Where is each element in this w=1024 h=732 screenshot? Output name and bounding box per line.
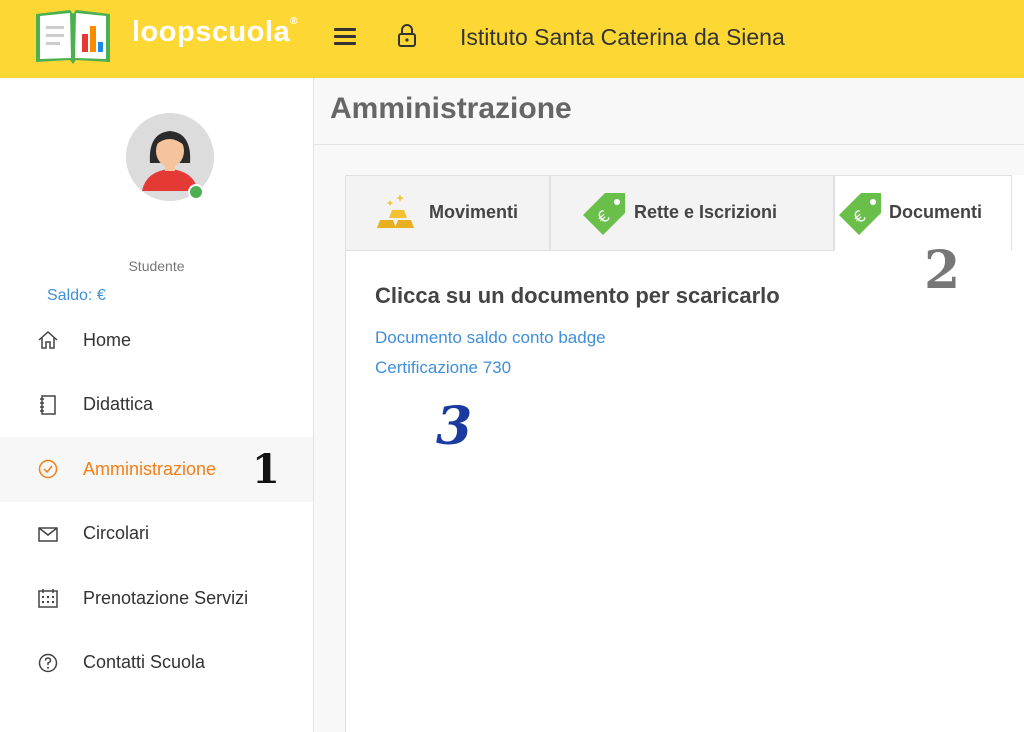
document-link-certificazione-730[interactable]: Certificazione 730: [375, 358, 511, 378]
documents-heading: Clicca su un documento per scaricarlo: [375, 283, 780, 308]
annotation-number-3: 3: [436, 396, 473, 457]
sidebar-item-prenotazione-servizi[interactable]: Prenotazione Servizi: [0, 566, 313, 631]
sidebar-item-circolari[interactable]: Circolari: [0, 502, 313, 567]
envelope-icon: [38, 527, 58, 542]
sidebar-item-label: Circolari: [83, 523, 150, 544]
sidebar-menu: Home Didattica Amministrazione Circolari: [0, 308, 313, 695]
book-logo-icon[interactable]: [32, 4, 114, 68]
page-header: Amministrazione: [314, 78, 1024, 145]
balance-label: Saldo: €: [47, 287, 106, 304]
online-status-dot: [188, 184, 204, 200]
sidebar-item-label: Prenotazione Servizi: [83, 587, 249, 608]
top-bar: loopscuola® Istituto Santa Caterina da S…: [0, 0, 1024, 78]
gold-bars-icon: [377, 194, 414, 228]
sidebar-item-home[interactable]: Home: [0, 308, 313, 373]
question-circle-icon: [38, 653, 58, 672]
tab-bar: Movimenti € Rette e Iscrizioni € Documen…: [345, 175, 1024, 251]
sidebar-item-label: Didattica: [83, 394, 154, 415]
menu-toggle-icon[interactable]: [334, 28, 356, 48]
sidebar-item-contatti-scuola[interactable]: Contatti Scuola: [0, 631, 313, 696]
sidebar: Studente Saldo: € Home Didattica Amminis…: [0, 78, 314, 732]
calendar-icon: [38, 589, 58, 608]
notebook-icon: [40, 395, 56, 415]
check-circle-icon: [38, 460, 58, 479]
tab-label: Documenti: [889, 202, 983, 222]
euro-tag-icon: €: [839, 193, 881, 235]
tab-label: Rette e Iscrizioni: [634, 202, 778, 222]
user-role: Studente: [128, 258, 185, 274]
tab-label: Movimenti: [429, 202, 519, 222]
sidebar-item-label: Contatti Scuola: [83, 652, 206, 673]
euro-tag-icon: €: [583, 193, 625, 235]
lock-icon[interactable]: [396, 22, 418, 50]
document-link-saldo-badge[interactable]: Documento saldo conto badge: [375, 328, 606, 348]
brand-name[interactable]: loopscuola®: [132, 16, 298, 49]
tab-documenti[interactable]: € Documenti: [834, 175, 1012, 251]
school-name: Istituto Santa Caterina da Siena: [460, 24, 785, 50]
sidebar-item-didattica[interactable]: Didattica: [0, 373, 313, 438]
page-title: Amministrazione: [330, 92, 572, 125]
sidebar-item-label: Amministrazione: [83, 458, 217, 479]
home-icon: [38, 331, 58, 349]
tab-movimenti[interactable]: Movimenti: [345, 175, 550, 251]
annotation-number-1: 1: [252, 446, 280, 493]
annotation-number-2: 2: [924, 240, 961, 301]
sidebar-item-label: Home: [83, 329, 132, 350]
tab-rette-iscrizioni[interactable]: € Rette e Iscrizioni: [550, 175, 834, 251]
